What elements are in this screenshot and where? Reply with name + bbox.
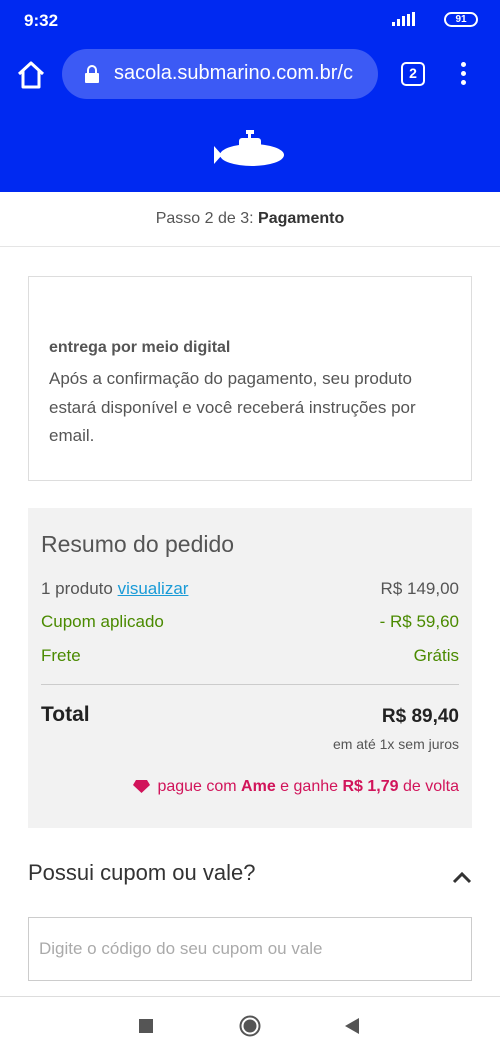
lock-icon	[85, 65, 99, 83]
home-nav-icon[interactable]	[239, 1015, 261, 1037]
coupon-discount: - R$ 59,60	[379, 612, 459, 631]
view-products-link[interactable]: visualizar	[118, 579, 189, 598]
back-icon[interactable]	[344, 1018, 360, 1034]
step-name: Pagamento	[258, 210, 345, 227]
coupon-label: Cupom aplicado	[41, 612, 164, 631]
ame-brand: Ame	[241, 778, 276, 795]
chevron-up-icon[interactable]	[452, 870, 472, 884]
signal-icon	[392, 12, 415, 26]
checkout-step: Passo 2 de 3: Pagamento	[0, 192, 500, 247]
product-row: 1 produto visualizar R$ 149,00	[41, 579, 459, 599]
total-value: R$ 89,40	[381, 706, 459, 727]
url-text: sacola.submarino.com.br/c	[114, 62, 353, 84]
product-count: 1 produto	[41, 579, 113, 598]
android-nav-bar	[0, 996, 500, 1057]
address-bar[interactable]: sacola.submarino.com.br/c	[62, 49, 378, 99]
status-bar: 9:32 91	[0, 0, 500, 40]
overflow-menu-icon[interactable]	[455, 60, 471, 90]
browser-toolbar: sacola.submarino.com.br/c 2	[0, 40, 500, 110]
summary-title: Resumo do pedido	[41, 531, 235, 557]
product-price: R$ 149,00	[380, 579, 459, 598]
tab-switcher-button[interactable]: 2	[401, 62, 425, 86]
ame-cashback: pague com Ame e ganhe R$ 1,79 de volta	[132, 778, 459, 796]
coupon-code-input[interactable]	[28, 917, 472, 981]
shipping-label: Frete	[41, 646, 81, 665]
summary-divider	[41, 684, 459, 685]
home-icon[interactable]	[14, 58, 48, 92]
shipping-value: Grátis	[413, 646, 459, 665]
ame-heart-icon	[133, 780, 151, 793]
coupon-section-title: Possui cupom ou vale?	[28, 860, 256, 885]
order-summary: Resumo do pedido 1 produto visualizar R$…	[28, 508, 472, 828]
ame-suffix: de volta	[398, 778, 459, 795]
ame-mid: e ganhe	[275, 778, 343, 795]
site-header	[0, 110, 500, 192]
ame-prefix: pague com	[157, 778, 242, 795]
shipping-row: Frete Grátis	[41, 646, 459, 666]
battery-icon: 91	[444, 12, 478, 27]
ame-amount: R$ 1,79	[342, 778, 399, 795]
delivery-title: entrega por meio digital	[49, 339, 231, 356]
delivery-info-box: entrega por meio digital Após a confirma…	[28, 276, 472, 481]
status-time: 9:32	[24, 11, 59, 30]
total-label: Total	[41, 703, 90, 726]
coupon-row: Cupom aplicado - R$ 59,60	[41, 612, 459, 632]
step-prefix: Passo 2 de 3:	[155, 210, 259, 227]
delivery-description: Após a confirmação do pagamento, seu pro…	[49, 369, 416, 445]
installments-text: em até 1x sem juros	[332, 736, 459, 752]
submarine-logo-icon[interactable]	[212, 128, 288, 170]
recents-icon[interactable]	[139, 1019, 153, 1033]
